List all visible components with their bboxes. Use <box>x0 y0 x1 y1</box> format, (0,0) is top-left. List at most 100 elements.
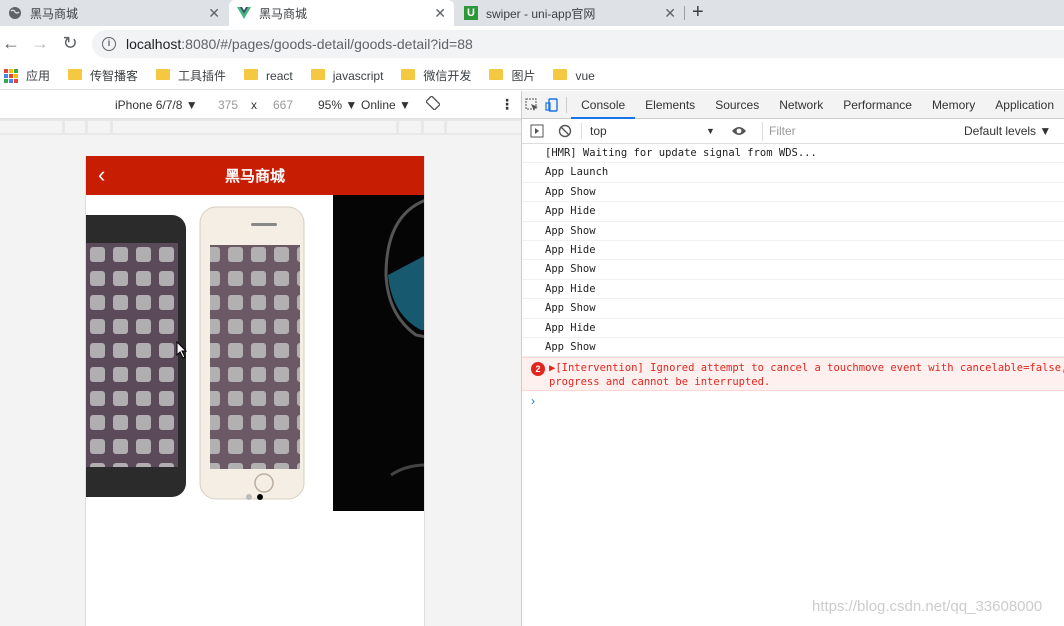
sidebar-toggle-icon[interactable] <box>530 124 544 141</box>
swiper-dot[interactable] <box>246 494 252 500</box>
bookmark-label: 图片 <box>511 69 536 83</box>
folder-icon <box>156 69 171 80</box>
devtools-tabs: Console Elements Sources Network Perform… <box>522 91 1064 119</box>
folder-icon <box>310 69 325 80</box>
viewport-height[interactable]: 667 <box>273 98 293 112</box>
url-path: :8080/#/pages/goods-detail/goods-detail?… <box>181 36 473 52</box>
uniapp-logo-icon: U <box>464 6 478 20</box>
close-tab-icon[interactable]: ✕ <box>664 5 676 22</box>
folder-icon <box>553 69 568 80</box>
browser-tab-2[interactable]: 黑马商城 ✕ <box>229 0 454 26</box>
browser-tab-1[interactable]: 黑马商城 ✕ <box>0 0 228 26</box>
tab-memory[interactable]: Memory <box>922 91 985 119</box>
viewport-width[interactable]: 375 <box>218 98 238 112</box>
back-arrow-icon[interactable]: ‹ <box>98 162 105 188</box>
dimension-separator: x <box>251 97 257 112</box>
bookmark-label: 微信开发 <box>423 69 472 83</box>
eye-icon[interactable] <box>731 125 747 140</box>
nav-title: 黑马商城 <box>224 168 285 185</box>
console-message: App Hide <box>522 319 1064 338</box>
folder-icon <box>401 69 416 80</box>
error-text-line-2: progress and cannot be interrupted. <box>549 376 771 389</box>
globe-icon <box>8 6 22 20</box>
bookmark-folder[interactable]: vue <box>553 68 595 83</box>
tab-performance[interactable]: Performance <box>833 91 922 119</box>
bookmark-folder[interactable]: react <box>244 69 293 83</box>
device-toggle-icon[interactable] <box>542 91 562 119</box>
phone-screen: ‹ 黑马商城 <box>85 156 425 626</box>
console-message: App Show <box>522 222 1064 241</box>
tab-elements[interactable]: Elements <box>635 91 705 119</box>
console-error-message[interactable]: 2 ▶[Intervention] Ignored attempt to can… <box>522 357 1064 392</box>
console-message: App Hide <box>522 241 1064 261</box>
bookmark-folder[interactable]: 微信开发 <box>401 67 471 84</box>
info-icon[interactable]: i <box>102 37 116 51</box>
vue-logo-icon <box>237 6 251 20</box>
device-toolbar: iPhone 6/7/8 ▼ 375 x 667 95% ▼ Online ▼ … <box>0 91 521 119</box>
bookmark-folder[interactable]: 工具插件 <box>156 67 226 84</box>
tab-sources[interactable]: Sources <box>705 91 769 119</box>
devtools-panel: Console Elements Sources Network Perform… <box>521 91 1064 626</box>
forward-button[interactable]: → <box>29 32 51 54</box>
error-count-badge: 2 <box>531 362 545 377</box>
browser-tab-3[interactable]: U swiper - uni-app官网 ✕ <box>456 0 684 26</box>
bookmark-folder[interactable]: 传智播客 <box>68 67 138 84</box>
error-text-line-1: ▶[Intervention] Ignored attempt to cance… <box>549 362 1064 375</box>
chevron-down-icon[interactable]: ▼ <box>706 126 715 136</box>
browser-toolbar: ← → ↻ i localhost:8080/#/pages/goods-det… <box>0 26 1064 62</box>
folder-icon <box>489 69 504 80</box>
tab-network[interactable]: Network <box>769 91 833 119</box>
bookmark-label: 工具插件 <box>178 69 227 83</box>
bookmark-label: javascript <box>332 68 384 83</box>
iphone-dark-image <box>86 215 186 497</box>
device-select[interactable]: iPhone 6/7/8 ▼ <box>115 98 198 112</box>
tab-title: 黑马商城 <box>259 6 308 21</box>
iphone-white-image <box>199 206 305 500</box>
folder-icon <box>244 69 259 80</box>
inspect-element-icon[interactable] <box>522 91 542 119</box>
new-tab-button[interactable]: + <box>692 1 704 24</box>
console-message: App Show <box>522 183 1064 203</box>
goods-swiper[interactable] <box>86 195 424 511</box>
reload-button[interactable]: ↻ <box>59 32 81 54</box>
tab-divider <box>684 6 685 20</box>
bookmarks-bar: 应用 传智播客 工具插件 react javascript 微信开发 图片 vu… <box>0 62 1064 90</box>
console-log-area: [HMR] Waiting for update signal from WDS… <box>522 144 1064 411</box>
bookmark-label: vue <box>575 68 595 83</box>
clear-console-icon[interactable] <box>558 124 572 141</box>
swiper-indicator <box>246 494 263 500</box>
throttle-select[interactable]: Online ▼ <box>361 98 411 112</box>
console-message: App Show <box>522 338 1064 358</box>
swiper-dot-active[interactable] <box>257 494 263 500</box>
zoom-select[interactable]: 95% ▼ <box>318 98 357 112</box>
console-toolbar: top ▼ Filter Default levels ▼ <box>522 119 1064 144</box>
media-query-ruler <box>0 119 521 135</box>
rotate-icon[interactable] <box>425 95 441 113</box>
divider <box>566 96 568 113</box>
log-levels-select[interactable]: Default levels ▼ <box>964 124 1051 138</box>
close-tab-icon[interactable]: ✕ <box>208 5 220 22</box>
bookmark-folder[interactable]: javascript <box>310 68 384 83</box>
console-message: [HMR] Waiting for update signal from WDS… <box>522 144 1064 164</box>
console-filter-input[interactable]: Filter <box>762 122 956 141</box>
folder-icon <box>68 69 83 80</box>
bookmark-apps[interactable]: 应用 <box>4 67 50 84</box>
bookmark-folder[interactable]: 图片 <box>489 67 535 84</box>
more-options-icon[interactable]: ⋮ <box>500 96 514 113</box>
tab-application[interactable]: Application <box>985 91 1064 119</box>
console-prompt[interactable]: › <box>522 391 1064 411</box>
bookmark-label: react <box>266 68 293 83</box>
close-tab-icon[interactable]: ✕ <box>434 5 446 22</box>
divider <box>581 123 582 139</box>
console-message: App Show <box>522 260 1064 280</box>
apps-grid-icon <box>4 68 18 83</box>
tab-console[interactable]: Console <box>571 91 636 119</box>
tab-title: swiper - uni-app官网 <box>486 6 596 21</box>
address-bar[interactable]: i localhost:8080/#/pages/goods-detail/go… <box>92 30 1064 58</box>
console-message: App Hide <box>522 280 1064 300</box>
context-select[interactable]: top <box>590 124 607 138</box>
console-message: App Show <box>522 299 1064 319</box>
url-host: localhost <box>126 36 182 52</box>
wine-glass-image <box>333 195 424 511</box>
back-button[interactable]: ← <box>0 32 22 54</box>
